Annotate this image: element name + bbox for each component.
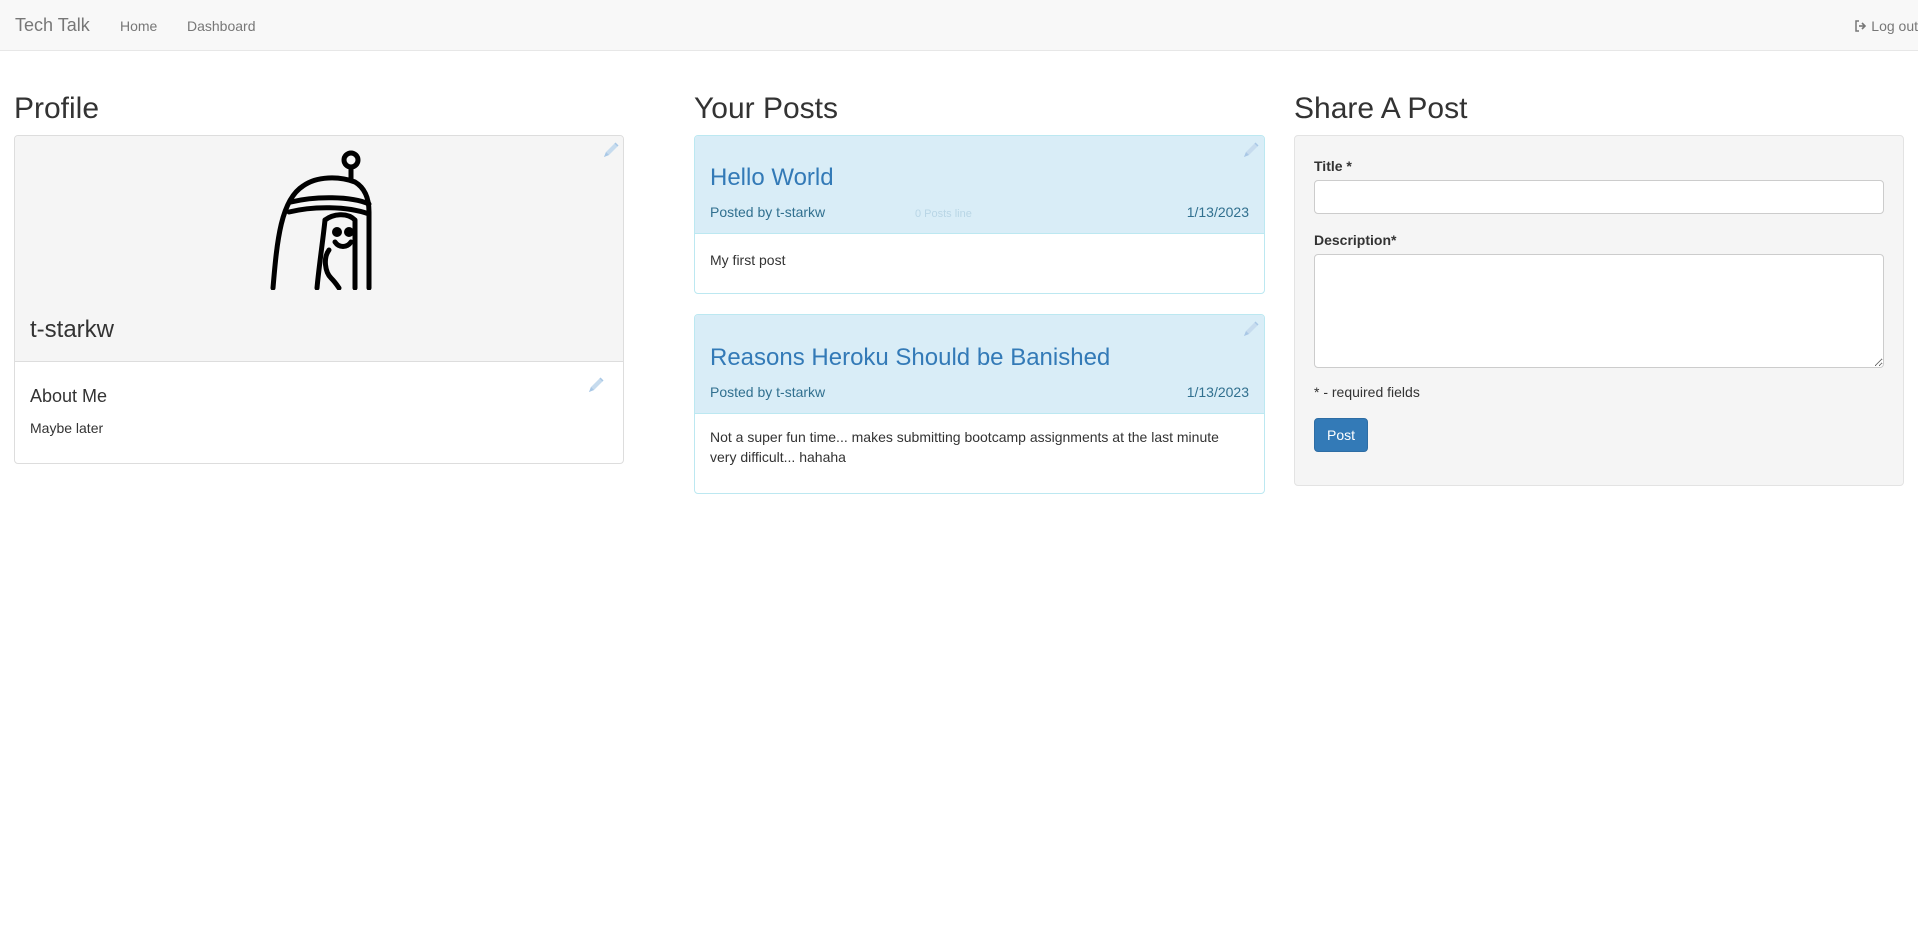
share-post-form: Title * Description* * - required fields… — [1294, 135, 1904, 486]
brand-link[interactable]: Tech Talk — [15, 15, 90, 36]
nav-home-link[interactable]: Home — [120, 18, 157, 34]
profile-panel: t-starkw About Me Maybe later — [14, 135, 624, 464]
post-title-link[interactable]: Hello World — [710, 164, 834, 192]
edit-about-pencil-icon[interactable] — [585, 374, 607, 396]
post-card: Hello World Posted by t-starkw 0 Posts l… — [694, 135, 1265, 294]
profile-avatar — [270, 150, 372, 290]
required-fields-note: * - required fields — [1314, 384, 1420, 400]
description-textarea[interactable] — [1314, 254, 1884, 368]
description-label: Description* — [1314, 232, 1397, 248]
post-author: Posted by t-starkw — [710, 384, 826, 400]
post-card-header: Reasons Heroku Should be Banished Posted… — [695, 315, 1264, 414]
post-body: My first post — [710, 252, 786, 268]
post-card-header: Hello World Posted by t-starkw 0 Posts l… — [695, 136, 1264, 234]
post-body: Not a super fun time... makes submitting… — [710, 429, 1219, 465]
edit-post-pencil-icon[interactable] — [1240, 318, 1262, 340]
profile-username: t-starkw — [30, 316, 114, 343]
share-post-heading: Share A Post — [1294, 92, 1468, 125]
post-button[interactable]: Post — [1314, 418, 1368, 452]
logout-link[interactable]: Log out — [1854, 18, 1918, 34]
nav-dashboard-link[interactable]: Dashboard — [187, 18, 256, 34]
title-input[interactable] — [1314, 180, 1884, 214]
sign-out-icon — [1855, 20, 1867, 32]
about-me-title: About Me — [30, 386, 108, 406]
profile-heading: Profile — [14, 92, 100, 125]
post-card: Reasons Heroku Should be Banished Posted… — [694, 314, 1265, 494]
your-posts-heading: Your Posts — [694, 92, 838, 125]
title-label: Title * — [1314, 158, 1352, 174]
about-me-text: Maybe later — [30, 420, 104, 436]
edit-profile-pencil-icon[interactable] — [600, 139, 622, 161]
edit-post-pencil-icon[interactable] — [1240, 139, 1262, 161]
profile-panel-header: t-starkw — [15, 136, 623, 362]
post-date: 1/13/2023 — [1186, 204, 1249, 220]
top-navbar: Tech Talk Home Dashboard Log out — [0, 0, 1918, 51]
post-faint-label: 0 Posts line — [915, 208, 972, 220]
post-date: 1/13/2023 — [1186, 384, 1249, 400]
post-author: Posted by t-starkw — [710, 204, 826, 220]
post-title-link[interactable]: Reasons Heroku Should be Banished — [710, 344, 1110, 372]
logout-label: Log out — [1871, 18, 1918, 34]
